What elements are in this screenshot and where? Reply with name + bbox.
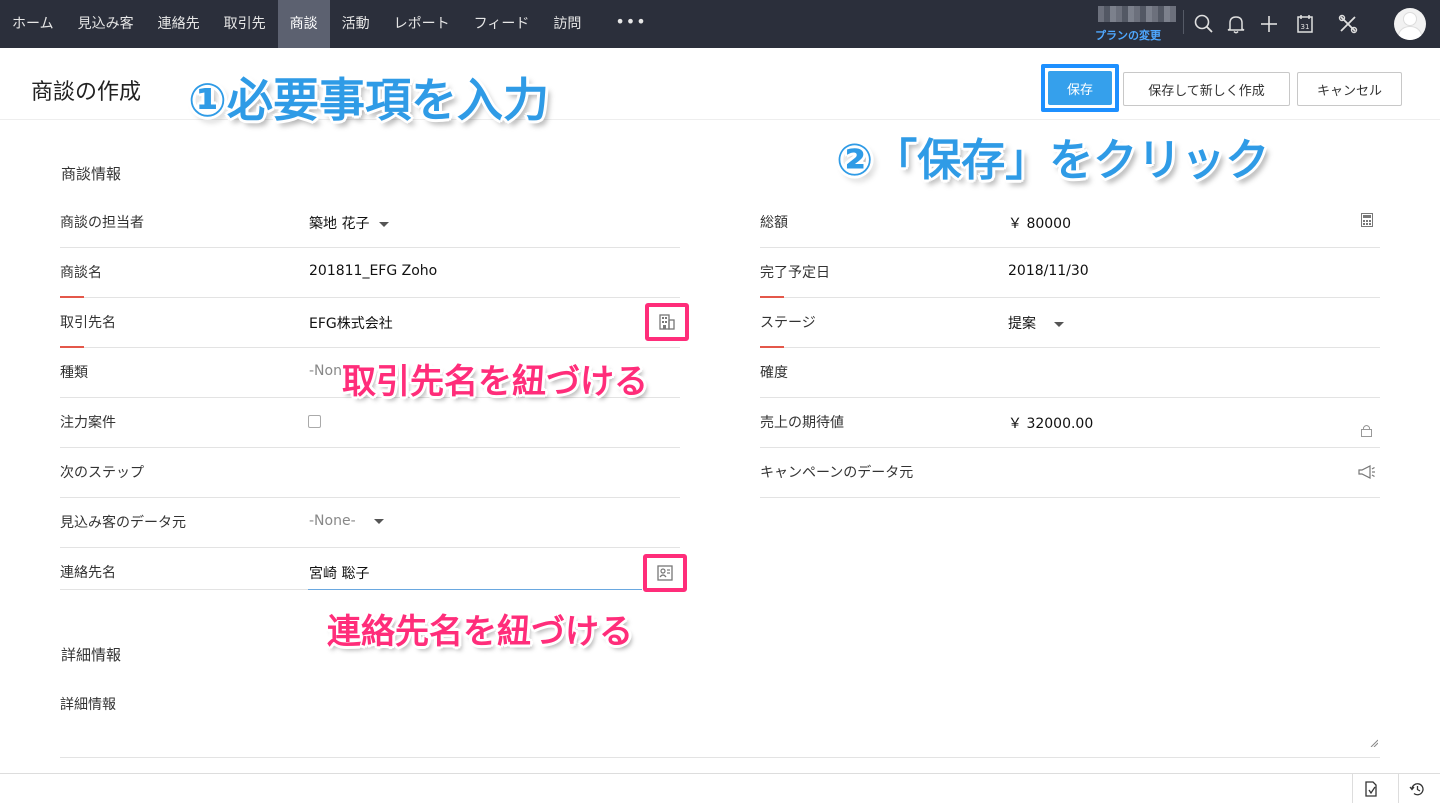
divider xyxy=(60,589,308,590)
save-button-label: 保存 xyxy=(1048,71,1112,105)
description-textarea[interactable] xyxy=(60,680,1380,758)
chevron-down-icon xyxy=(379,221,390,227)
field-label: 種類 xyxy=(60,365,88,381)
contact-name-input[interactable]: 宮崎 聡子 xyxy=(309,563,369,583)
field-label: 注力案件 xyxy=(60,415,116,431)
nav-tab-accounts[interactable]: 取引先 xyxy=(212,0,278,48)
section-title-deal-info: 商談情報 xyxy=(61,165,122,183)
chevron-down-icon xyxy=(373,518,384,524)
field-value: 提案 xyxy=(1008,316,1036,332)
nav-right-tools: プランの変更 31 xyxy=(1090,0,1440,48)
nav-tab-home[interactable]: ホーム xyxy=(0,0,66,48)
field-expected-revenue: 売上の期待値 ￥ 32000.00 xyxy=(760,398,1380,448)
nav-tab-contacts[interactable]: 連絡先 xyxy=(146,0,212,48)
field-campaign-source: キャンペーンのデータ元 xyxy=(760,448,1380,498)
page-title: 商談の作成 xyxy=(31,80,142,105)
field-amount: 総額 ￥ 80000 xyxy=(760,198,1380,248)
tools-icon[interactable] xyxy=(1336,12,1360,36)
field-label: 次のステップ xyxy=(60,465,144,481)
annotation-link-account: 取引先名を紐づける xyxy=(342,362,648,402)
deal-owner-select[interactable]: 築地 花子 xyxy=(309,213,390,233)
nav-tab-visits[interactable]: 訪問 xyxy=(541,0,593,48)
lead-source-select[interactable]: -None- xyxy=(309,513,384,529)
nav-divider xyxy=(1183,10,1184,34)
notes-icon[interactable] xyxy=(1352,774,1388,803)
account-lookup-button[interactable] xyxy=(645,303,689,341)
campaign-source-input[interactable] xyxy=(1008,463,1348,483)
blurred-org-name xyxy=(1098,6,1176,22)
deal-name-input[interactable]: 201811_EFG Zoho xyxy=(309,263,437,279)
annotation-step2: ②「保存」をクリック xyxy=(836,135,1270,186)
annotation-step1: ①必要事項を入力 xyxy=(188,73,549,127)
field-label: 取引先名 xyxy=(60,315,116,331)
field-next-step: 次のステップ xyxy=(60,448,680,498)
calendar-icon[interactable]: 31 xyxy=(1293,12,1317,36)
building-icon xyxy=(659,314,675,330)
nav-tab-reports[interactable]: レポート xyxy=(382,0,462,48)
field-account-name: 取引先名 EFG株式会社 xyxy=(60,298,680,348)
expected-revenue-value: ￥ 32000.00 xyxy=(1008,416,1094,432)
next-step-input[interactable] xyxy=(309,463,669,483)
resize-handle-icon[interactable] xyxy=(1370,739,1378,747)
field-label: 商談の担当者 xyxy=(60,215,144,231)
field-label: 売上の期待値 xyxy=(760,415,844,431)
field-probability: 確度 xyxy=(760,348,1380,398)
cancel-button[interactable]: キャンセル xyxy=(1297,72,1402,106)
save-button[interactable]: 保存 xyxy=(1041,64,1119,112)
account-name-input[interactable]: EFG株式会社 xyxy=(309,313,393,333)
contact-card-icon xyxy=(657,565,673,581)
section-title-details: 詳細情報 xyxy=(61,646,122,664)
field-stage: ステージ 提案 xyxy=(760,298,1380,348)
field-label: 商談名 xyxy=(60,265,102,281)
field-focus-deal: 注力案件 xyxy=(60,398,680,448)
nav-tab-deals[interactable]: 商談 xyxy=(277,0,330,48)
field-label: 確度 xyxy=(760,365,788,381)
probability-input[interactable] xyxy=(1008,363,1368,383)
svg-text:31: 31 xyxy=(1301,23,1310,31)
focus-deal-checkbox[interactable] xyxy=(308,415,321,428)
stage-select[interactable]: 提案 xyxy=(1008,313,1064,333)
field-deal-name: 商談名 201811_EFG Zoho xyxy=(60,248,680,298)
change-plan-link[interactable]: プランの変更 xyxy=(1095,27,1161,43)
annotation-link-contact: 連絡先名を紐づける xyxy=(327,612,633,652)
field-label: 総額 xyxy=(760,215,788,231)
lock-icon xyxy=(1360,423,1372,437)
calculator-icon[interactable] xyxy=(1360,212,1374,228)
megaphone-icon[interactable] xyxy=(1358,465,1376,479)
nav-more-icon[interactable]: ••• xyxy=(593,0,668,48)
field-label: 見込み客のデータ元 xyxy=(60,515,186,531)
chevron-down-icon xyxy=(1054,321,1064,327)
bottom-toolbar xyxy=(0,773,1440,803)
field-deal-owner: 商談の担当者 築地 花子 xyxy=(60,198,680,248)
closing-date-input[interactable]: 2018/11/30 xyxy=(1008,263,1089,279)
top-navigation: ホーム 見込み客 連絡先 取引先 商談 活動 レポート フィード 訪問 ••• … xyxy=(0,0,1440,48)
field-label: 完了予定日 xyxy=(760,265,830,281)
nav-tab-feeds[interactable]: フィード xyxy=(462,0,542,48)
field-lead-source: 見込み客のデータ元 -None- xyxy=(60,498,680,548)
search-icon[interactable] xyxy=(1192,12,1216,36)
field-closing-date: 完了予定日 2018/11/30 xyxy=(760,248,1380,298)
field-label: キャンペーンのデータ元 xyxy=(760,465,914,481)
plus-icon[interactable] xyxy=(1257,12,1281,36)
contact-input-underline xyxy=(308,589,642,590)
amount-input[interactable]: ￥ 80000 xyxy=(1008,213,1071,233)
history-icon[interactable] xyxy=(1398,774,1434,803)
field-label: ステージ xyxy=(760,315,816,331)
field-label: 連絡先名 xyxy=(60,565,116,581)
nav-tab-activities[interactable]: 活動 xyxy=(330,0,382,48)
bell-icon[interactable] xyxy=(1224,12,1248,36)
field-value: 築地 花子 xyxy=(309,216,370,232)
field-value: -None- xyxy=(309,513,356,529)
save-and-new-button[interactable]: 保存して新しく作成 xyxy=(1123,72,1290,106)
field-contact-name: 連絡先名 宮崎 聡子 xyxy=(60,548,680,598)
user-avatar[interactable] xyxy=(1394,8,1426,40)
contact-lookup-button[interactable] xyxy=(643,554,687,592)
nav-tab-leads[interactable]: 見込み客 xyxy=(66,0,146,48)
